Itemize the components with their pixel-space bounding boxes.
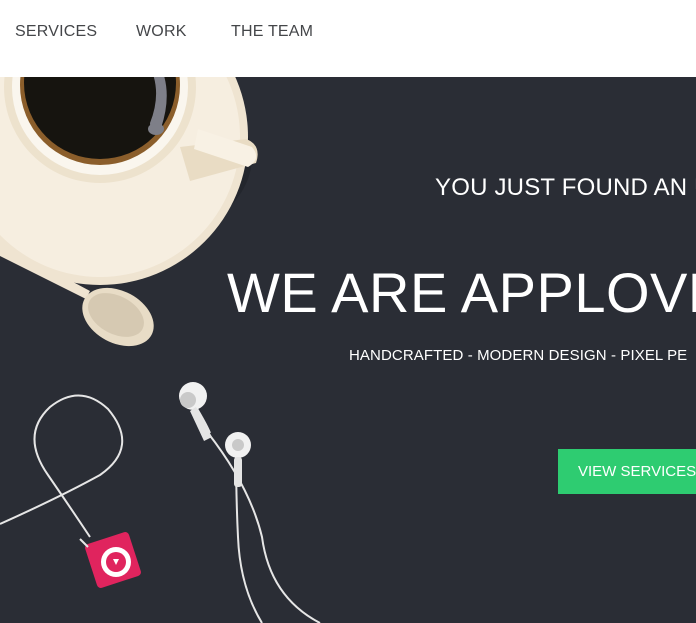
- nav-item-the-team[interactable]: THE TEAM: [231, 23, 313, 41]
- earbud-right-icon: [225, 432, 251, 487]
- nav-item-work[interactable]: WORK: [136, 23, 187, 41]
- hero-tagline: YOU JUST FOUND AN U: [435, 174, 696, 201]
- earphones-icon: [0, 394, 321, 623]
- hero-headline: WE ARE APPLOVE: [227, 261, 696, 324]
- view-services-button[interactable]: VIEW SERVICES: [558, 449, 696, 494]
- hero-section: YOU JUST FOUND AN U WE ARE APPLOVE HANDC…: [0, 77, 696, 623]
- earbud-left-icon: [179, 382, 212, 441]
- music-player-icon: [79, 532, 141, 588]
- top-navigation: SERVICES WORK THE TEAM: [0, 0, 696, 77]
- hero-subtitle: HANDCRAFTED - MODERN DESIGN - PIXEL PE: [349, 347, 688, 364]
- coffee-cup-icon: [0, 77, 258, 285]
- nav-item-services[interactable]: SERVICES: [15, 23, 97, 41]
